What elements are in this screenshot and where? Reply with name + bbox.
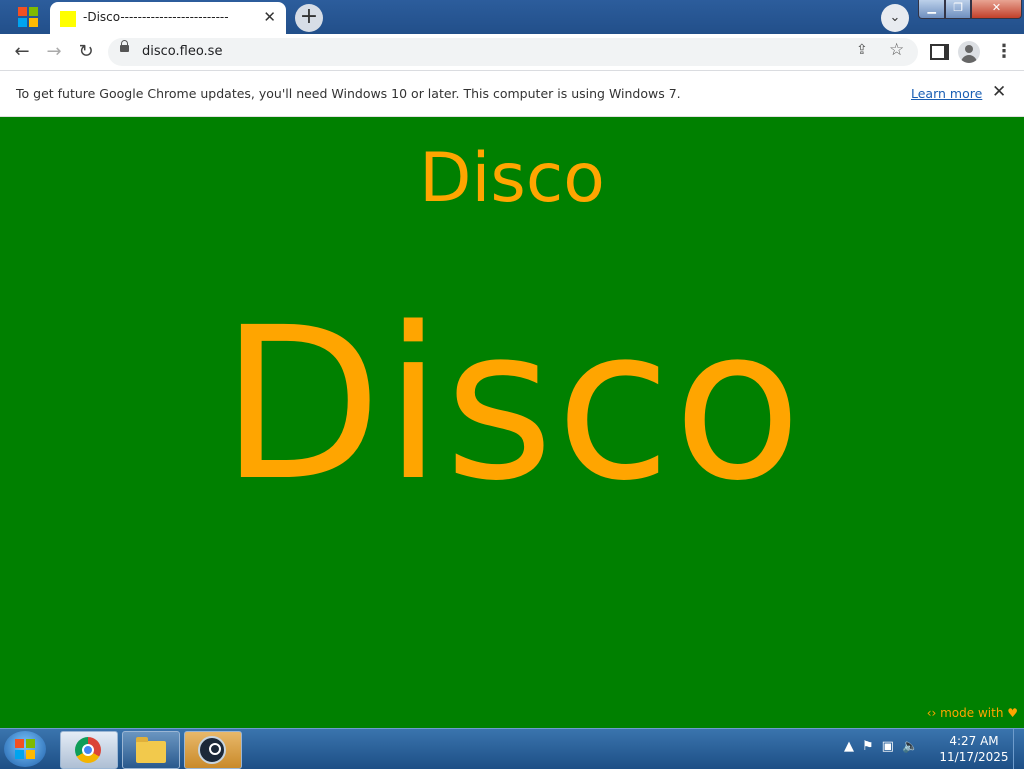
clock-time: 4:27 AM [949,734,999,748]
start-button[interactable] [4,731,46,767]
infobar-close-button[interactable]: ✕ [992,82,1006,102]
clock-date: 11/17/2025 [939,750,1009,764]
steam-icon [198,736,226,764]
network-icon[interactable]: ▣ [882,739,894,754]
tab-close-button[interactable]: ✕ [263,8,276,26]
taskbar-clock[interactable]: 4:27 AM 11/17/2025 [936,733,1012,765]
lock-icon[interactable] [120,40,129,52]
windows-logo-icon[interactable] [6,2,50,32]
url-text[interactable]: disco.fleo.se [142,44,222,59]
chrome-icon [75,737,101,763]
learn-more-link[interactable]: Learn more [911,86,982,101]
browser-tab[interactable]: -Disco------------------------- ✕ [50,2,286,34]
profile-avatar-icon[interactable] [958,41,980,63]
browser-toolbar: ← → ↻ disco.fleo.se ⇪ ☆ ⋮ [0,34,1024,71]
taskbar: ▲ ⚑ ▣ 🔈 4:27 AM 11/17/2025 [0,728,1024,769]
side-panel-icon[interactable] [930,44,949,60]
taskbar-steam-button[interactable] [184,731,242,769]
tray-expand-icon[interactable]: ▲ [844,739,854,754]
tab-title: -Disco------------------------- [83,10,229,24]
close-window-button[interactable]: ✕ [971,0,1022,19]
system-tray: ▲ ⚑ ▣ 🔈 [844,739,918,754]
page-title: Disco [419,139,605,218]
taskbar-chrome-button[interactable] [60,731,118,769]
page-content: Disco Disco ‹› mode with ♥ [0,117,1024,728]
window-controls: ▁ ❐ ✕ [918,0,1022,19]
menu-kebab-icon[interactable]: ⋮ [995,40,1013,64]
reload-button[interactable]: ↻ [74,40,98,64]
taskbar-explorer-button[interactable] [122,731,180,769]
chevron-down-icon: ⌄ [889,10,901,25]
new-tab-button[interactable]: + [295,4,323,32]
minimize-button[interactable]: ▁ [918,0,946,19]
update-infobar: To get future Google Chrome updates, you… [0,71,1024,117]
volume-muted-icon[interactable]: 🔈 [902,739,918,754]
back-button[interactable]: ← [10,40,34,64]
show-desktop-button[interactable] [1013,729,1024,769]
infobar-message: To get future Google Chrome updates, you… [16,86,681,101]
address-bar[interactable]: disco.fleo.se ⇪ ☆ [108,38,918,66]
share-icon[interactable]: ⇪ [856,42,868,58]
windows-logo-icon [15,739,35,759]
action-center-flag-icon[interactable]: ⚑ [862,739,874,754]
forward-button[interactable]: → [42,40,66,64]
tab-favicon [60,11,76,27]
bookmark-star-icon[interactable]: ☆ [889,40,904,60]
credit-link[interactable]: ‹› mode with ♥ [927,706,1018,720]
folder-icon [136,737,166,763]
main-heading: Disco [220,282,804,527]
tab-search-button[interactable]: ⌄ [881,4,909,32]
tab-strip: -Disco------------------------- ✕ + ⌄ ▁ … [0,0,1024,34]
maximize-button[interactable]: ❐ [945,0,971,19]
